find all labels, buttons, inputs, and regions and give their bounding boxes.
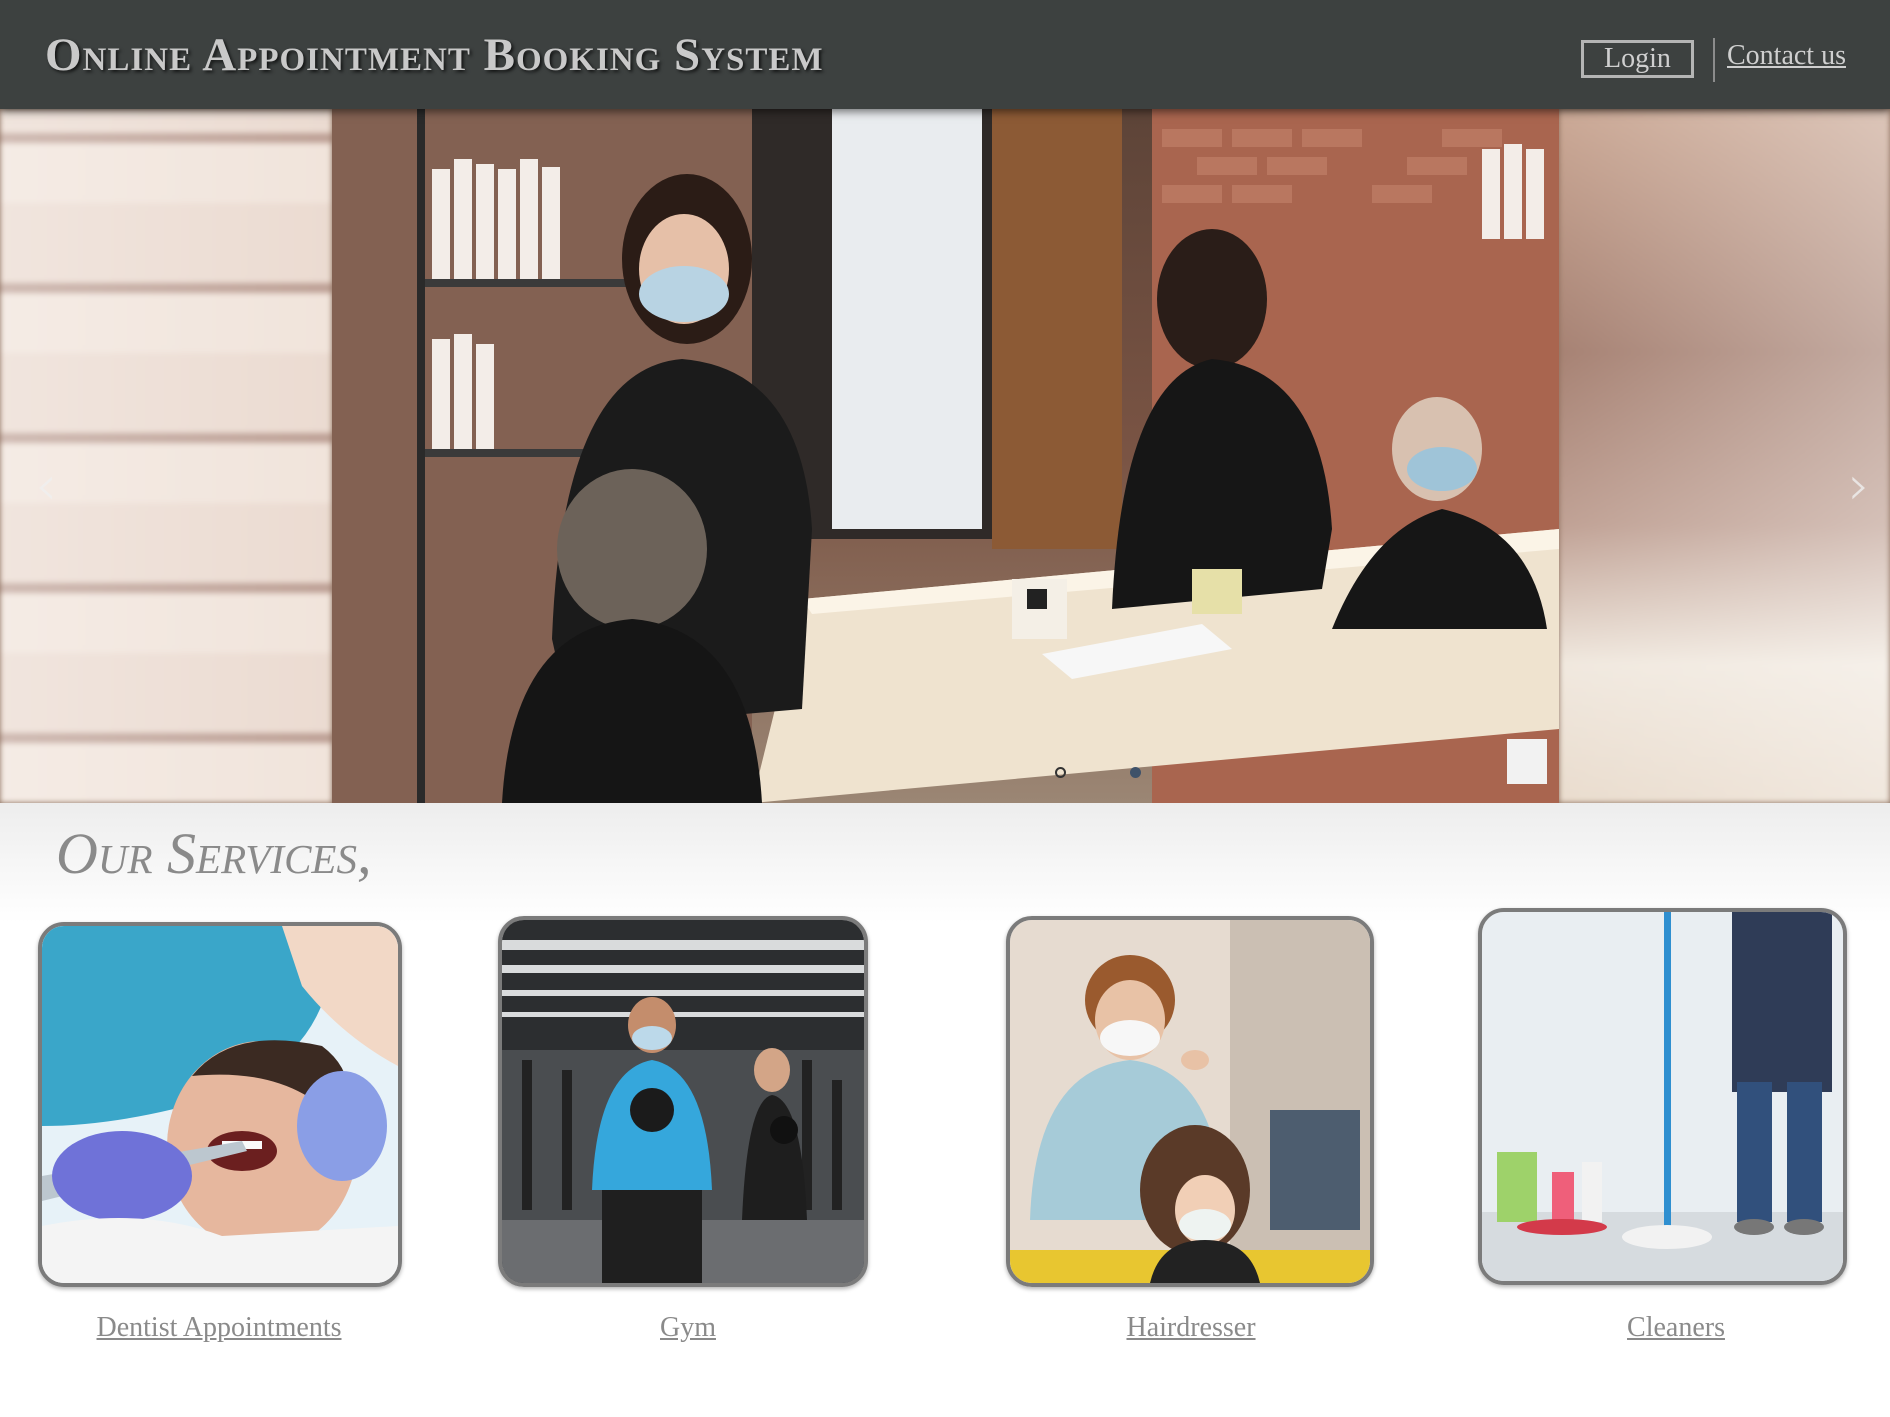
carousel-blurred-background-right [1559, 109, 1890, 803]
gym-service-image[interactable] [498, 916, 868, 1287]
top-navbar: Online Appointment Booking System Login … [0, 0, 1890, 109]
carousel-slide-image [332, 109, 1559, 803]
service-link-hairdresser[interactable]: Hairdresser [1126, 1312, 1255, 1344]
cleaners-service-image[interactable] [1478, 908, 1847, 1285]
carousel-next-arrow[interactable]: › [1845, 456, 1873, 516]
hairdresser-service-image[interactable] [1006, 916, 1374, 1287]
hero-carousel: ‹ › [0, 109, 1890, 803]
carousel-dot-2-active[interactable] [1130, 767, 1141, 778]
service-link-dentist[interactable]: Dentist Appointments [97, 1312, 342, 1344]
service-link-cleaners[interactable]: Cleaners [1627, 1312, 1725, 1344]
dentist-service-image[interactable] [38, 922, 402, 1287]
nav-divider [1713, 38, 1715, 82]
login-button[interactable]: Login [1581, 40, 1694, 78]
services-heading: Our Services, [56, 821, 372, 886]
site-title: Online Appointment Booking System [45, 29, 824, 81]
contact-us-link[interactable]: Contact us [1727, 40, 1846, 72]
service-link-gym[interactable]: Gym [660, 1312, 716, 1344]
carousel-prev-arrow[interactable]: ‹ [32, 456, 60, 516]
carousel-dot-1[interactable] [1055, 767, 1066, 778]
